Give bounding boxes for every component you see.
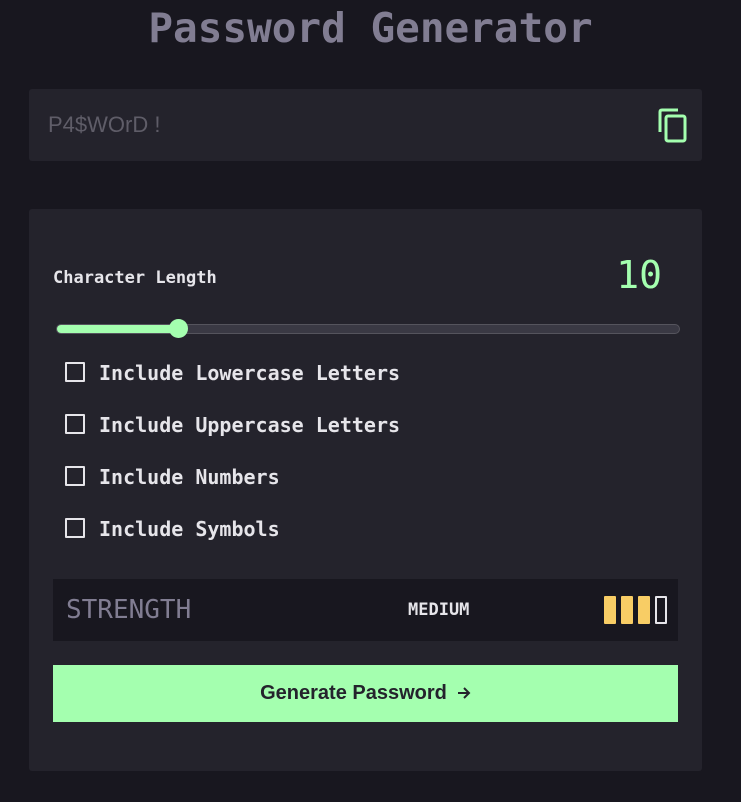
numbers-checkbox[interactable]	[65, 466, 85, 486]
password-display: P4$WOrD !	[29, 89, 702, 161]
strength-bar	[655, 596, 667, 624]
slider-thumb[interactable]	[169, 319, 188, 338]
strength-label: STRENGTH	[66, 595, 192, 625]
option-label: Include Symbols	[99, 517, 280, 541]
strength-bar	[638, 596, 650, 624]
character-length-value: 10	[616, 253, 662, 297]
page-title: Password Generator	[148, 4, 593, 52]
lowercase-checkbox[interactable]	[65, 362, 85, 382]
generate-button-label: Generate Password	[260, 682, 447, 704]
strength-value: MEDIUM	[408, 600, 470, 620]
option-label: Include Numbers	[99, 465, 280, 489]
slider-fill	[57, 325, 178, 333]
option-label: Include Uppercase Letters	[99, 413, 401, 437]
password-text: P4$WOrD !	[48, 112, 161, 137]
copy-icon	[658, 108, 687, 143]
length-slider[interactable]	[56, 319, 680, 338]
settings-panel: Character Length 10 Include Lowercase Le…	[29, 209, 702, 771]
option-label: Include Lowercase Letters	[99, 361, 401, 385]
strength-meter: STRENGTH MEDIUM	[53, 579, 678, 641]
character-length-label: Character Length	[53, 268, 217, 288]
copy-button[interactable]	[656, 106, 690, 144]
generate-password-button[interactable]: Generate Password	[53, 665, 678, 722]
uppercase-checkbox[interactable]	[65, 414, 85, 434]
symbols-checkbox[interactable]	[65, 518, 85, 538]
arrow-right-icon	[457, 687, 471, 699]
strength-bar	[621, 596, 633, 624]
strength-bar	[604, 596, 616, 624]
